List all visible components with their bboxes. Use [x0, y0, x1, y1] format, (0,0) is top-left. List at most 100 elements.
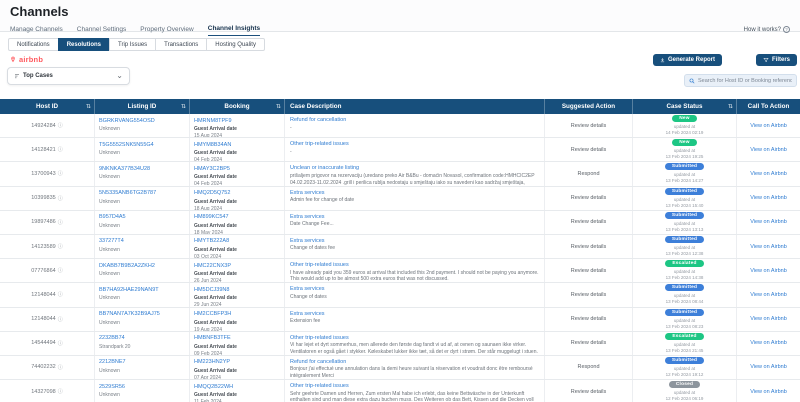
view-on-airbnb-link[interactable]: View on Airbnb [750, 316, 787, 322]
host-id: 12148044 [31, 292, 55, 298]
info-icon[interactable]: ⓘ [58, 219, 63, 226]
booking-code-link[interactable]: HM899KC547 [194, 214, 280, 220]
info-icon[interactable]: ⓘ [58, 267, 63, 274]
listing-id-link[interactable]: BGRKRVANG554OSD [99, 118, 185, 124]
listing-id-link[interactable]: B957D4A5 [99, 214, 185, 220]
filters-button[interactable]: Filters [756, 54, 797, 66]
booking-cell: HMAY3C2BP5 Guest Arrival date 04 Feb 202… [190, 162, 285, 185]
case-title-link[interactable]: Extra services [290, 190, 539, 196]
info-icon[interactable]: ⓘ [58, 243, 63, 250]
guest-arrival-label: Guest Arrival date [194, 368, 280, 374]
tab-transactions[interactable]: Transactions [155, 38, 207, 51]
col-host-id[interactable]: Host ID⇅ [0, 99, 95, 114]
nav-channel-insights[interactable]: Channel Insights [208, 25, 260, 36]
listing-id-link[interactable]: 337277T4 [99, 238, 185, 244]
tab-notifications[interactable]: Notifications [8, 38, 59, 51]
case-title-link[interactable]: Extra services [290, 286, 539, 292]
info-icon[interactable]: ⓘ [58, 170, 63, 177]
info-icon[interactable]: ⓘ [58, 195, 63, 202]
listing-id-link[interactable]: BB7NAN7A7K32B9AJ75 [99, 311, 185, 317]
info-icon[interactable]: ⓘ [58, 388, 63, 395]
view-on-airbnb-link[interactable]: View on Airbnb [750, 219, 787, 225]
sort-icon[interactable]: ⇅ [86, 103, 91, 110]
info-icon[interactable]: ⓘ [58, 291, 63, 298]
case-title-link[interactable]: Unclean or inaccurate listing [290, 165, 539, 171]
case-title-link[interactable]: Extra services [290, 311, 539, 317]
host-id: 07776864 [31, 268, 55, 274]
tab-trip-issues[interactable]: Trip Issues [109, 38, 156, 51]
view-on-airbnb-link[interactable]: View on Airbnb [750, 340, 787, 346]
view-on-airbnb-link[interactable]: View on Airbnb [750, 171, 787, 177]
generate-report-button[interactable]: Generate Report [653, 54, 722, 66]
view-on-airbnb-link[interactable]: View on Airbnb [750, 389, 787, 395]
case-title-link[interactable]: Other trip-related issues [290, 335, 539, 341]
guest-arrival-label: Guest Arrival date [194, 344, 280, 350]
booking-code-link[interactable]: HMC22CNX3P [194, 263, 280, 269]
case-title-link[interactable]: Extra services [290, 214, 539, 220]
tab-resolutions[interactable]: Resolutions [58, 38, 110, 51]
case-title-link[interactable]: Refund for cancellation [290, 359, 539, 365]
listing-id-link[interactable]: 5N5335ANB6TG2B787 [99, 190, 185, 196]
info-icon[interactable]: ⓘ [58, 122, 63, 129]
view-on-airbnb-link[interactable]: View on Airbnb [750, 147, 787, 153]
view-on-airbnb-link[interactable]: View on Airbnb [750, 292, 787, 298]
info-icon[interactable]: ⓘ [58, 340, 63, 347]
case-title-link[interactable]: Other trip-related issues [290, 262, 539, 268]
listing-id-link[interactable]: DKABB7B9B2A2ZKH2 [99, 263, 185, 269]
status-badge: New [672, 139, 696, 146]
col-listing-id[interactable]: Listing ID⇅ [95, 99, 190, 114]
host-id: 14544494 [31, 340, 55, 346]
booking-code-link[interactable]: HMQ2D5Q752 [194, 190, 280, 196]
guest-arrival-label: Guest Arrival date [194, 174, 280, 180]
status-badge: Submitted [665, 236, 704, 243]
view-on-airbnb-link[interactable]: View on Airbnb [750, 364, 787, 370]
guest-arrival-date: 04 Feb 2024 [194, 181, 280, 185]
tab-hosting-quality[interactable]: Hosting Quality [206, 38, 265, 51]
view-on-airbnb-link[interactable]: View on Airbnb [750, 195, 787, 201]
listing-id-link[interactable]: 2529SR56 [99, 384, 185, 390]
info-icon[interactable]: ⓘ [58, 316, 63, 323]
info-icon[interactable]: ⓘ [58, 364, 63, 371]
listing-id-link[interactable]: 9NKNKA377B34U28 [99, 166, 185, 172]
sort-icon[interactable]: ⇅ [728, 103, 733, 110]
booking-code-link[interactable]: HM223HN2YP [194, 359, 280, 365]
listing-id-link[interactable]: BB7HA92HAE29NAN9T [99, 287, 185, 293]
case-description-cell: Refund for cancellation - [285, 114, 545, 137]
how-it-works-link[interactable]: How it works? ? [744, 26, 790, 36]
booking-code-link[interactable]: HMBNFB3TFE [194, 335, 280, 341]
booking-code-link[interactable]: HM2CCBFP3H [194, 311, 280, 317]
case-snippet: Sehr geehrte Damen und Herren, Zum erste… [290, 391, 539, 402]
col-case-status[interactable]: Case Status⇅ [633, 99, 737, 114]
info-icon[interactable]: ⓘ [58, 146, 63, 153]
case-title-link[interactable]: Other trip-related issues [290, 383, 539, 389]
listing-id-link[interactable]: T5G5552SNK5N55G4 [99, 142, 185, 148]
listing-id-link[interactable]: 2232BB74 [99, 335, 185, 341]
sort-icon[interactable]: ⇅ [181, 103, 186, 110]
search-input[interactable] [698, 78, 792, 84]
case-description-cell: Extra services Change of dates fee [285, 235, 545, 258]
booking-code-link[interactable]: HMYTB222A8 [194, 238, 280, 244]
host-id: 14327098 [31, 389, 55, 395]
view-on-airbnb-link[interactable]: View on Airbnb [750, 123, 787, 129]
nav-channel-settings[interactable]: Channel Settings [77, 26, 127, 36]
booking-code-link[interactable]: HM5DCJ39N8 [194, 287, 280, 293]
updated-at-date: 13 Feb 2024 19:25 [666, 154, 704, 159]
view-on-airbnb-link[interactable]: View on Airbnb [750, 244, 787, 250]
col-booking[interactable]: Booking⇅ [190, 99, 285, 114]
sort-icon[interactable]: ⇅ [276, 103, 281, 110]
case-title-link[interactable]: Extra services [290, 238, 539, 244]
booking-code-link[interactable]: HMQQ2B22WH [194, 384, 280, 390]
suggested-action-cell: Review details [545, 283, 633, 306]
listing-id-link[interactable]: 2212BNE7 [99, 359, 185, 365]
case-filter-dropdown[interactable]: Top Cases ⌄ [7, 67, 130, 85]
call-to-action-cell: View on Airbnb [737, 283, 800, 306]
nav-property-overview[interactable]: Property Overview [140, 26, 193, 36]
case-title-link[interactable]: Refund for cancellation [290, 117, 539, 123]
view-on-airbnb-link[interactable]: View on Airbnb [750, 268, 787, 274]
search-box [684, 74, 797, 87]
nav-manage-channels[interactable]: Manage Channels [10, 26, 63, 36]
booking-code-link[interactable]: HMAY3C2BP5 [194, 166, 280, 172]
booking-code-link[interactable]: HMYM8B34AN [194, 142, 280, 148]
booking-code-link[interactable]: HMRNM8TPF9 [194, 118, 280, 124]
case-title-link[interactable]: Other trip-related issues [290, 141, 539, 147]
